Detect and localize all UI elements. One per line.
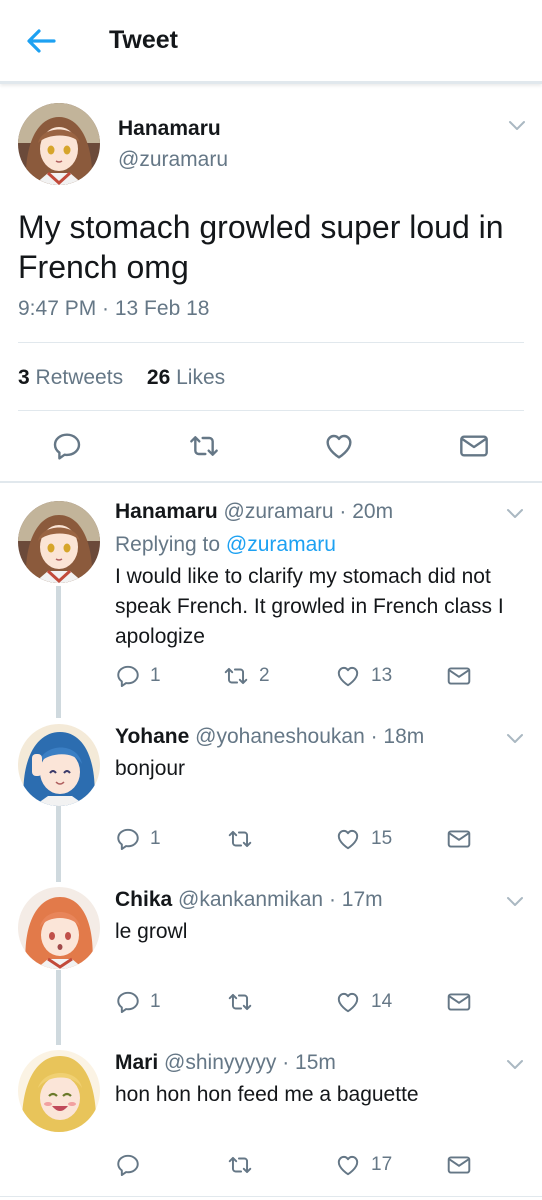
reply-text: I would like to clarify my stomach did n… xyxy=(115,565,504,648)
reply-actions: 17 xyxy=(115,1152,515,1178)
reply-header: Yohane @yohaneshoukan · 18m xyxy=(115,725,424,749)
reply-time: · 15m xyxy=(282,1051,336,1074)
reply-time: · 18m xyxy=(370,725,425,748)
chevron-down-icon[interactable] xyxy=(508,119,526,131)
chevron-down-icon[interactable] xyxy=(506,732,524,744)
reply-header: Mari @shinyyyyy · 15m xyxy=(115,1051,336,1075)
reply-header: Chika @kankanmikan · 17m xyxy=(115,888,383,912)
mail-icon[interactable] xyxy=(446,989,472,1021)
reply-count: 1 xyxy=(150,828,161,849)
top-bar: Tweet xyxy=(0,0,542,84)
thread-line xyxy=(56,586,61,718)
reply-actions: 1 2 13 xyxy=(115,663,515,689)
reply-icon[interactable] xyxy=(115,826,141,858)
heart-icon[interactable] xyxy=(335,1152,361,1184)
chevron-down-icon[interactable] xyxy=(506,895,524,907)
reply-icon[interactable] xyxy=(115,663,141,695)
avatar[interactable] xyxy=(18,103,100,185)
reply-icon[interactable] xyxy=(115,989,141,1021)
like-count: 13 xyxy=(371,665,393,686)
reply-time: · 17m xyxy=(328,888,383,911)
tweet-stats: 3 Retweets 26 Likes xyxy=(18,366,225,390)
author-name[interactable]: Mari xyxy=(115,1051,158,1074)
reply-time: · 20m xyxy=(339,500,394,523)
retweet-icon[interactable] xyxy=(227,826,253,858)
author-handle[interactable]: @kankanmikan xyxy=(178,888,323,911)
avatar[interactable] xyxy=(18,887,100,969)
tweet-actions xyxy=(0,430,542,464)
reply-text: hon hon hon feed me a baguette xyxy=(115,1083,419,1106)
retweet-icon[interactable] xyxy=(188,430,220,467)
author-name[interactable]: Chika xyxy=(115,888,172,911)
tweet-timestamp[interactable]: 9:47 PM · 13 Feb 18 xyxy=(18,297,209,321)
author-name[interactable]: Hanamaru xyxy=(118,117,221,141)
retweet-icon[interactable] xyxy=(227,1152,253,1184)
like-count: 17 xyxy=(371,1154,393,1175)
retweet-count: 2 xyxy=(259,665,270,686)
mail-icon[interactable] xyxy=(458,430,490,467)
reply-text: bonjour xyxy=(115,757,186,780)
divider xyxy=(18,410,524,411)
replying-to: Replying to @zuramaru xyxy=(115,533,336,557)
reply-header: Hanamaru @zuramaru · 20m xyxy=(115,500,393,524)
author-name[interactable]: Hanamaru xyxy=(115,500,218,523)
section-divider xyxy=(0,481,542,483)
tweet-text: My stomach growled super loud in French … xyxy=(18,209,504,285)
reply-icon[interactable] xyxy=(51,430,83,467)
retweet-count[interactable]: 3 xyxy=(18,366,30,389)
heart-icon[interactable] xyxy=(335,989,361,1021)
heart-icon[interactable] xyxy=(323,430,355,467)
reply-count: 1 xyxy=(150,665,161,686)
author-handle[interactable]: @yohaneshoukan xyxy=(195,725,365,748)
reply-count: 1 xyxy=(150,991,161,1012)
back-arrow-icon[interactable] xyxy=(24,26,60,56)
like-count: 15 xyxy=(371,828,393,849)
like-count[interactable]: 26 xyxy=(147,366,170,389)
reply-icon[interactable] xyxy=(115,1152,141,1184)
replying-to-link[interactable]: @zuramaru xyxy=(226,533,336,556)
likes-label[interactable]: Likes xyxy=(176,366,225,389)
divider xyxy=(0,1196,542,1197)
replying-to-prefix: Replying to xyxy=(115,533,226,556)
retweets-label[interactable]: Retweets xyxy=(36,366,124,389)
reply-text: le growl xyxy=(115,920,188,943)
author-handle[interactable]: @zuramaru xyxy=(118,148,228,172)
chevron-down-icon[interactable] xyxy=(506,507,524,519)
like-count: 14 xyxy=(371,991,393,1012)
avatar[interactable] xyxy=(18,1050,100,1132)
thread-line xyxy=(56,806,61,882)
reply-actions: 1 15 xyxy=(115,826,515,852)
author-name[interactable]: Yohane xyxy=(115,725,189,748)
retweet-icon[interactable] xyxy=(223,663,249,695)
mail-icon[interactable] xyxy=(446,826,472,858)
avatar[interactable] xyxy=(18,501,100,583)
divider xyxy=(18,342,524,343)
mail-icon[interactable] xyxy=(446,663,472,695)
thread-line xyxy=(56,970,61,1045)
heart-icon[interactable] xyxy=(335,663,361,695)
page-title: Tweet xyxy=(109,26,178,54)
avatar[interactable] xyxy=(18,724,100,806)
author-handle[interactable]: @shinyyyyy xyxy=(164,1051,276,1074)
retweet-icon[interactable] xyxy=(227,989,253,1021)
chevron-down-icon[interactable] xyxy=(506,1058,524,1070)
mail-icon[interactable] xyxy=(446,1152,472,1184)
author-handle[interactable]: @zuramaru xyxy=(224,500,334,523)
heart-icon[interactable] xyxy=(335,826,361,858)
reply-actions: 1 14 xyxy=(115,989,515,1015)
